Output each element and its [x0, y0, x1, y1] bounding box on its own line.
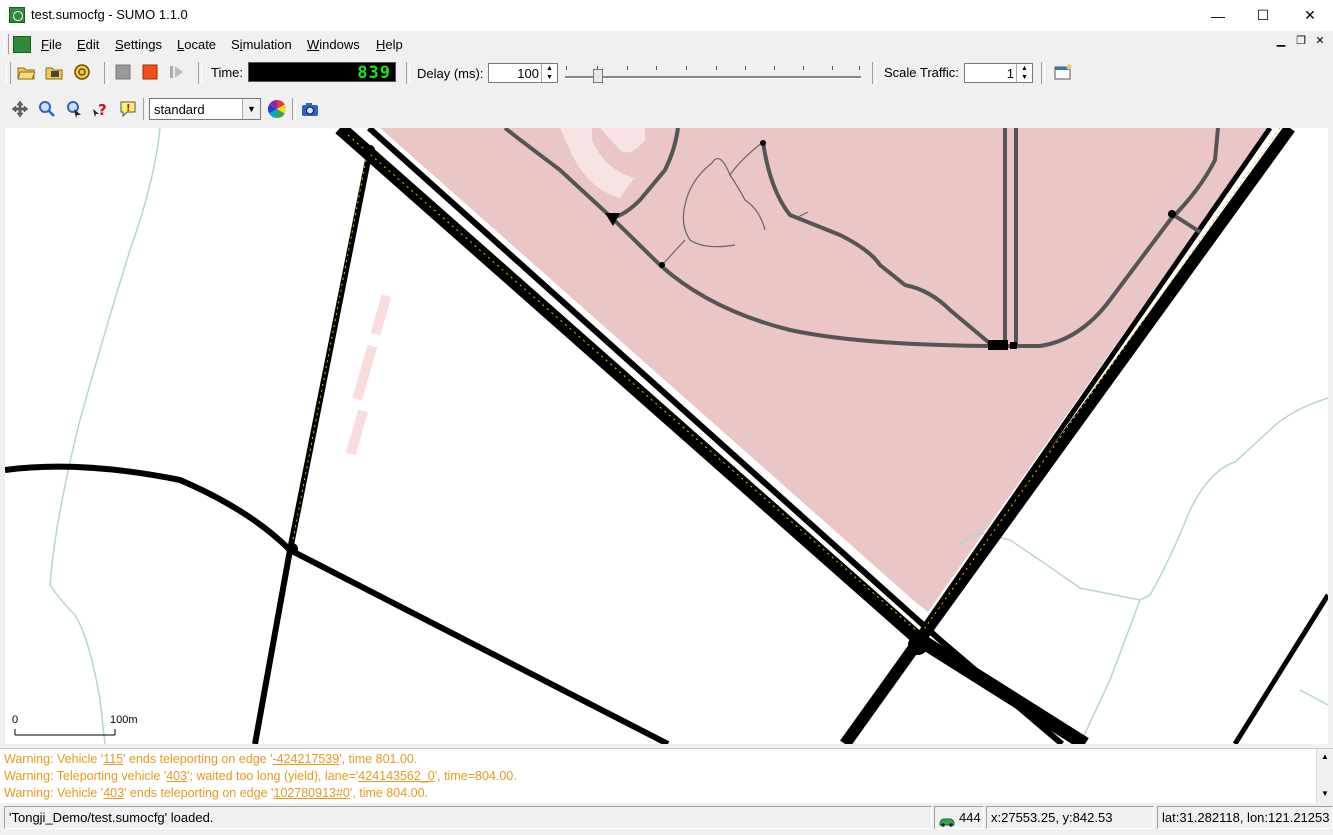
- vehicle-count-box: 444: [934, 806, 984, 829]
- menu-simulation[interactable]: Simulation: [231, 37, 292, 52]
- color-scheme-value: standard: [154, 102, 205, 117]
- mdi-close-button[interactable]: ✕: [1313, 35, 1327, 48]
- delay-slider-thumb[interactable]: [593, 69, 603, 83]
- network-view[interactable]: 0 100m: [5, 128, 1328, 744]
- svg-text:?: ?: [98, 101, 107, 118]
- delay-spinner[interactable]: 100 ▲ ▼: [488, 63, 558, 83]
- toolbar-separator: [198, 62, 202, 84]
- crossing-marking: [352, 344, 378, 401]
- svg-text:!: !: [126, 103, 131, 114]
- menu-help[interactable]: Help: [376, 37, 403, 52]
- scale-traffic-label: Scale Traffic:: [884, 65, 959, 80]
- vehicle-count: 444: [959, 810, 981, 825]
- time-label: Time:: [211, 65, 244, 80]
- mdi-minimize-button[interactable]: ▁: [1274, 35, 1288, 48]
- minimize-button[interactable]: —: [1195, 0, 1241, 31]
- slider-tick: [774, 66, 775, 70]
- toolbar-separator: [143, 98, 147, 120]
- scale-zero-label: 0: [12, 714, 18, 726]
- help-icon[interactable]: ?: [90, 98, 112, 120]
- slider-tick: [745, 66, 746, 70]
- screenshot-icon[interactable]: [299, 98, 321, 120]
- slider-tick: [859, 66, 860, 70]
- open-folder-icon[interactable]: [15, 61, 37, 83]
- slider-tick: [832, 66, 833, 70]
- delay-label: Delay (ms):: [417, 66, 484, 81]
- slider-tick: [716, 66, 717, 70]
- close-button[interactable]: ✕: [1287, 0, 1333, 31]
- slider-tick: [566, 66, 567, 70]
- car-icon: [938, 812, 956, 828]
- edge-link[interactable]: -424217539: [272, 752, 339, 766]
- log-line: Warning: Vehicle '403' ends teleporting …: [4, 786, 429, 800]
- log-scrollbar[interactable]: ▲ ▼: [1316, 749, 1333, 803]
- toolbar-separator: [1041, 62, 1045, 84]
- mdi-restore-button[interactable]: ❐: [1294, 35, 1308, 48]
- scale-traffic-spinner[interactable]: 1 ▲ ▼: [964, 63, 1033, 83]
- message-log[interactable]: Warning: Vehicle '115' ends teleporting …: [0, 748, 1333, 803]
- toolbar-separator: [292, 98, 296, 120]
- delay-up-arrow-icon[interactable]: ▲: [541, 64, 557, 73]
- title-bar: test.sumocfg - SUMO 1.1.0 — ☐ ✕: [0, 0, 1333, 31]
- crossing-marking: [370, 294, 392, 336]
- scroll-down-arrow-icon[interactable]: ▼: [1321, 789, 1329, 798]
- menu-windows[interactable]: Windows: [307, 37, 360, 52]
- maximize-button[interactable]: ☐: [1240, 0, 1286, 31]
- locate-icon[interactable]: [63, 98, 85, 120]
- menu-locate[interactable]: Locate: [177, 37, 216, 52]
- slider-tick: [627, 66, 628, 70]
- latlon-coordinates: lat:31.282118, lon:121.21253: [1157, 806, 1333, 829]
- toolbar-separator: [406, 62, 410, 84]
- slider-tick: [803, 66, 804, 70]
- slider-tick: [686, 66, 687, 70]
- reload-icon[interactable]: [71, 61, 93, 83]
- show-tooltips-icon[interactable]: !: [117, 98, 139, 120]
- sumo-app-icon: [9, 7, 25, 23]
- chevron-down-icon[interactable]: ▼: [242, 99, 260, 119]
- run-icon[interactable]: [139, 61, 161, 83]
- scale-traffic-value: 1: [1006, 66, 1014, 81]
- xy-coordinates: x:27553.25, y:842.53: [986, 806, 1154, 829]
- log-line: Warning: Vehicle '115' ends teleporting …: [4, 752, 418, 766]
- scale-bar: 0 100m: [12, 714, 138, 736]
- open-network-icon[interactable]: [43, 61, 65, 83]
- vehicle-link[interactable]: 115: [103, 752, 123, 766]
- scale-distance-label: 100m: [110, 714, 138, 726]
- log-line: Warning: Teleporting vehicle '403'; wait…: [4, 769, 517, 783]
- lane-link[interactable]: 424143562_0: [358, 769, 434, 783]
- toolbar-grip[interactable]: [6, 62, 11, 84]
- crossing-marking: [345, 409, 368, 456]
- delay-down-arrow-icon[interactable]: ▼: [541, 73, 557, 82]
- toolbar-separator: [104, 62, 108, 84]
- mdi-child-icon[interactable]: [13, 36, 31, 53]
- scroll-up-arrow-icon[interactable]: ▲: [1321, 752, 1329, 761]
- menu-file[interactable]: File: [41, 37, 62, 52]
- stop-icon[interactable]: [112, 61, 134, 83]
- time-display: 839: [248, 62, 396, 83]
- scale-up-arrow-icon[interactable]: ▲: [1016, 64, 1032, 73]
- recenter-icon[interactable]: [9, 98, 31, 120]
- toolbar-separator: [872, 62, 876, 84]
- color-wheel-icon[interactable]: [266, 98, 288, 120]
- window-title: test.sumocfg - SUMO 1.1.0: [31, 7, 188, 22]
- menu-settings[interactable]: Settings: [115, 37, 162, 52]
- vehicle-link[interactable]: 403: [166, 769, 187, 783]
- delay-slider-track[interactable]: [565, 76, 861, 79]
- step-icon[interactable]: [166, 61, 188, 83]
- zoom-icon[interactable]: [36, 98, 58, 120]
- menubar-grip[interactable]: [4, 34, 9, 54]
- new-view-icon[interactable]: [1052, 61, 1074, 83]
- delay-value: 100: [517, 66, 539, 81]
- slider-tick: [656, 66, 657, 70]
- scale-down-arrow-icon[interactable]: ▼: [1016, 73, 1032, 82]
- status-message: 'Tongji_Demo/test.sumocfg' loaded.: [4, 806, 932, 829]
- time-value: 839: [357, 63, 391, 83]
- edge-link[interactable]: 102780913#0: [273, 786, 349, 800]
- menu-edit[interactable]: Edit: [77, 37, 99, 52]
- color-scheme-select[interactable]: standard ▼: [149, 98, 261, 120]
- vehicle-link[interactable]: 403: [103, 786, 124, 800]
